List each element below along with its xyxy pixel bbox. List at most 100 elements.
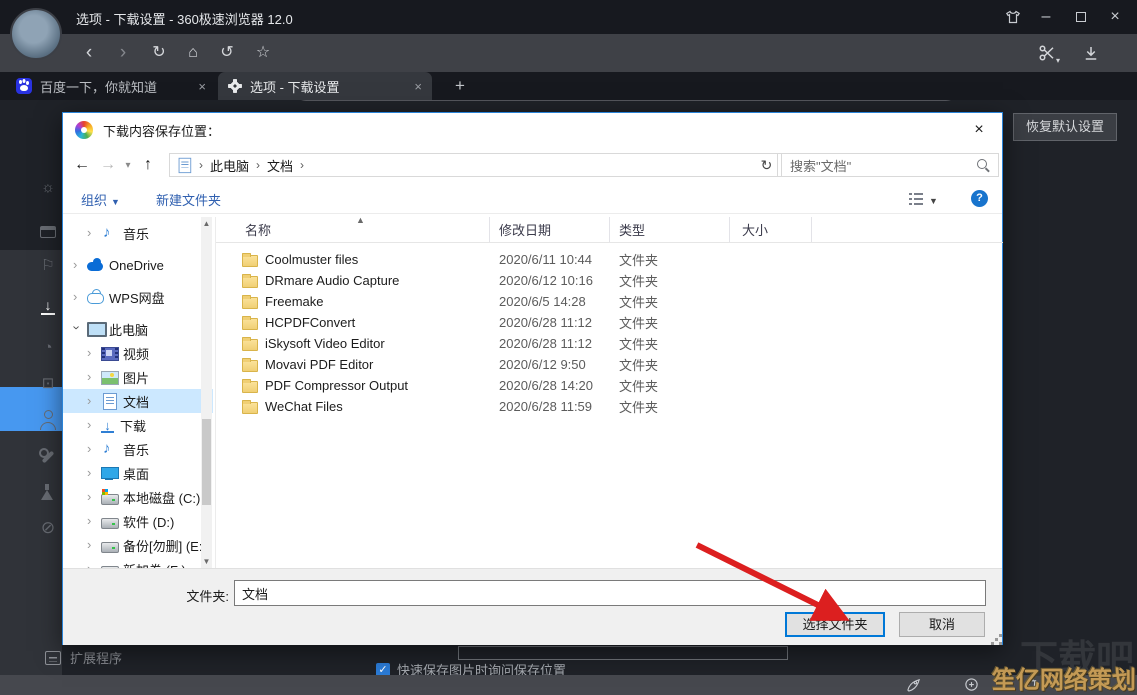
download-icon[interactable]: ↓ bbox=[41, 298, 55, 315]
minimize-button[interactable]: – bbox=[1031, 7, 1061, 27]
sidebar-item-extensions[interactable]: 扩展程序 bbox=[45, 648, 122, 667]
expander-icon[interactable]: › bbox=[87, 417, 95, 432]
file-row[interactable]: WeChat Files 2020/6/28 11:59 文件夹 bbox=[216, 396, 1003, 417]
new-folder-button[interactable]: 新建文件夹 bbox=[156, 190, 221, 209]
resize-grip[interactable] bbox=[995, 638, 998, 641]
maximize-button[interactable] bbox=[1066, 7, 1096, 27]
file-row[interactable]: Movavi PDF Editor 2020/6/12 9:50 文件夹 bbox=[216, 354, 1003, 375]
breadcrumb-this-pc[interactable]: 此电脑 bbox=[210, 156, 249, 175]
disk-os-icon bbox=[101, 489, 119, 505]
file-name: iSkysoft Video Editor bbox=[216, 336, 490, 351]
theme-tshirt-icon[interactable] bbox=[998, 7, 1028, 27]
tree-item[interactable]: › 本地磁盘 (C:) bbox=[63, 485, 213, 509]
tree-item[interactable]: › WPS网盘 bbox=[63, 285, 213, 309]
scroll-down-icon[interactable]: ▼ bbox=[201, 557, 212, 566]
tree-item[interactable]: › 下载 bbox=[63, 413, 213, 437]
document-icon bbox=[177, 157, 192, 174]
nav-forward-icon[interactable]: → bbox=[95, 156, 121, 174]
enter-box-icon[interactable]: ⊡ bbox=[38, 374, 58, 394]
flask-icon[interactable] bbox=[38, 483, 58, 503]
expander-icon[interactable]: › bbox=[87, 441, 95, 456]
screenshot-scissors-icon[interactable]: ▾ bbox=[1032, 34, 1062, 72]
expander-icon[interactable]: › bbox=[73, 289, 81, 304]
home-icon[interactable]: ⌂ bbox=[180, 34, 206, 72]
restore-defaults-button[interactable]: 恢复默认设置 bbox=[1013, 113, 1117, 141]
forward-icon[interactable]: › bbox=[110, 34, 136, 72]
scrollbar-thumb[interactable] bbox=[202, 419, 211, 505]
nav-history-chevron-icon[interactable]: ▾ bbox=[121, 160, 135, 171]
column-size[interactable]: 大小 bbox=[730, 217, 812, 242]
tree-scrollbar[interactable]: ▲ ▼ bbox=[201, 217, 212, 568]
breadcrumb-documents[interactable]: 文档 bbox=[267, 156, 293, 175]
tab-settings[interactable]: 选项 - 下载设置 × bbox=[218, 72, 432, 100]
refresh-icon[interactable]: ↻ bbox=[756, 153, 778, 177]
scroll-up-icon[interactable]: ▲ bbox=[201, 219, 212, 228]
folder-icon bbox=[242, 273, 258, 288]
view-mode-icon[interactable] bbox=[909, 193, 923, 205]
person-icon[interactable] bbox=[38, 410, 58, 430]
search-placeholder: 搜索"文档" bbox=[790, 158, 852, 174]
expander-icon[interactable]: › bbox=[87, 345, 95, 360]
expander-icon[interactable]: › bbox=[87, 489, 95, 504]
cancel-button[interactable]: 取消 bbox=[899, 612, 985, 637]
favorite-star-icon[interactable]: ☆ bbox=[250, 34, 276, 72]
nav-up-icon[interactable]: ↑ bbox=[135, 156, 161, 174]
tab-close-icon[interactable]: × bbox=[198, 79, 206, 94]
browser-window-icon[interactable] bbox=[40, 226, 56, 238]
tree-item[interactable]: › 此电脑 bbox=[63, 317, 213, 341]
refresh-icon[interactable]: ↻ bbox=[146, 34, 172, 72]
tab-baidu[interactable]: 百度一下，你就知道 × bbox=[6, 72, 216, 100]
block-icon[interactable]: ⊘ bbox=[38, 518, 58, 538]
dialog-close-icon[interactable]: × bbox=[966, 119, 992, 141]
file-type: 文件夹 bbox=[619, 400, 659, 415]
undo-icon[interactable]: ↺ bbox=[214, 34, 240, 72]
tab-close-icon[interactable]: × bbox=[414, 79, 422, 94]
expander-icon[interactable]: › bbox=[87, 561, 95, 569]
expander-icon[interactable]: › bbox=[87, 465, 95, 480]
file-row[interactable]: Freemake 2020/6/5 14:28 文件夹 bbox=[216, 291, 1003, 312]
help-icon[interactable]: ? bbox=[971, 190, 988, 207]
file-row[interactable]: Coolmuster files 2020/6/11 10:44 文件夹 bbox=[216, 249, 1003, 270]
rocket-icon[interactable] bbox=[906, 677, 922, 693]
tree-item[interactable]: › OneDrive bbox=[63, 253, 213, 277]
expander-icon[interactable]: › bbox=[87, 393, 95, 408]
expander-icon[interactable]: › bbox=[73, 257, 81, 272]
view-mode-caret-icon[interactable]: ▼ bbox=[929, 196, 938, 206]
tree-item[interactable]: › 音乐 bbox=[63, 221, 213, 245]
nav-back-icon[interactable]: ← bbox=[69, 156, 95, 174]
downloads-icon[interactable] bbox=[1078, 34, 1104, 72]
tree-item[interactable]: › 文档 bbox=[63, 389, 213, 413]
tree-item[interactable]: › 图片 bbox=[63, 365, 213, 389]
user-avatar[interactable] bbox=[10, 8, 62, 60]
tree-item[interactable]: › 软件 (D:) bbox=[63, 509, 213, 533]
file-row[interactable]: PDF Compressor Output 2020/6/28 14:20 文件夹 bbox=[216, 375, 1003, 396]
tree-item[interactable]: › 新加卷 (F:) bbox=[63, 557, 213, 568]
expander-icon[interactable]: › bbox=[87, 225, 95, 240]
breadcrumb[interactable]: › 此电脑 › 文档 › ▾ bbox=[169, 153, 820, 177]
file-row[interactable]: DRmare Audio Capture 2020/6/12 10:16 文件夹 bbox=[216, 270, 1003, 291]
wrench-icon[interactable] bbox=[38, 448, 58, 468]
file-row[interactable]: HCPDFConvert 2020/6/28 11:12 文件夹 bbox=[216, 312, 1003, 333]
expander-icon[interactable]: › bbox=[87, 537, 95, 552]
clock-plus-icon[interactable] bbox=[964, 677, 980, 693]
expander-icon[interactable]: › bbox=[70, 325, 85, 333]
organize-menu[interactable]: 组织 ▼ bbox=[81, 190, 120, 209]
back-icon[interactable]: ‹ bbox=[76, 34, 102, 72]
search-input[interactable]: 搜索"文档" bbox=[781, 153, 999, 177]
tree-item[interactable]: › 桌面 bbox=[63, 461, 213, 485]
column-name[interactable]: 名称 bbox=[216, 217, 490, 242]
tree-item[interactable]: › 备份[勿删] (E:) bbox=[63, 533, 213, 557]
tree-item[interactable]: › 视频 bbox=[63, 341, 213, 365]
column-date[interactable]: 修改日期 bbox=[490, 217, 610, 242]
sun-settings-icon[interactable]: ☼ bbox=[38, 178, 58, 198]
expander-icon[interactable]: › bbox=[87, 513, 95, 528]
expander-icon[interactable]: › bbox=[87, 369, 95, 384]
new-tab-button[interactable]: + bbox=[448, 75, 472, 97]
column-type[interactable]: 类型 bbox=[610, 217, 730, 242]
folder-name-input[interactable] bbox=[234, 580, 986, 606]
pie-icon[interactable]: ◔ bbox=[38, 338, 58, 358]
close-button[interactable]: × bbox=[1100, 7, 1130, 27]
flag-icon[interactable]: ⚐ bbox=[38, 256, 58, 276]
file-row[interactable]: iSkysoft Video Editor 2020/6/28 11:12 文件夹 bbox=[216, 333, 1003, 354]
tree-item[interactable]: › 音乐 bbox=[63, 437, 213, 461]
